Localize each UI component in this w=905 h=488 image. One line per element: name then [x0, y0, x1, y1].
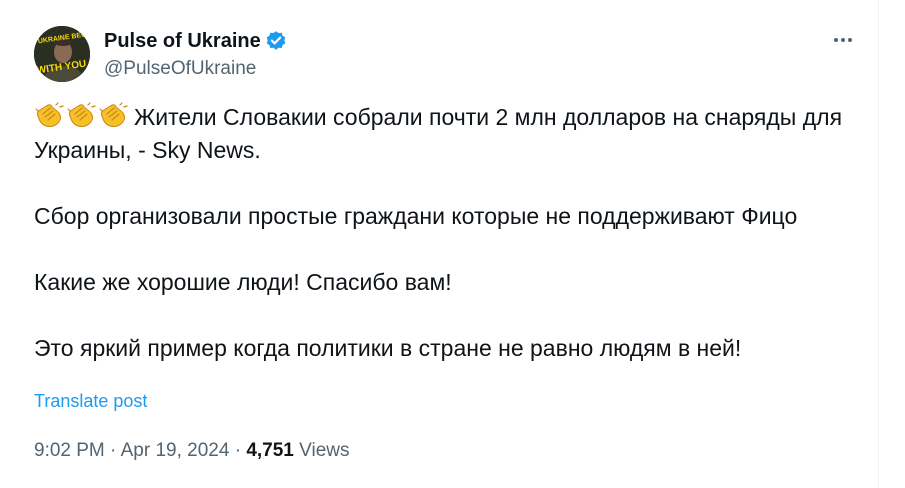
more-dot-icon	[848, 38, 852, 42]
more-dot-icon	[834, 38, 838, 42]
post-time[interactable]: 9:02 PM	[34, 440, 105, 461]
clapping-hands-icon	[67, 102, 96, 128]
author-name[interactable]: Pulse of Ukraine	[104, 28, 261, 54]
verified-badge-icon[interactable]	[265, 30, 287, 52]
post-line-1: Жители Словакии собрали почти 2 млн долл…	[34, 104, 843, 163]
more-dot-icon	[841, 38, 845, 42]
post-text: Жители Словакии собрали почти 2 млн долл…	[34, 101, 864, 365]
views-count[interactable]: 4,751	[246, 440, 294, 461]
views-label[interactable]: Views	[299, 440, 349, 461]
author-name-row: Pulse of Ukraine	[104, 28, 287, 54]
emoji-group	[34, 102, 130, 130]
post-date[interactable]: Apr 19, 2024	[121, 440, 230, 461]
more-options-button[interactable]	[830, 29, 856, 51]
avatar-image: UKRAINE BEGINS WITH YOU	[34, 26, 90, 82]
post-paragraph-2: Сбор организовали простые граждани котор…	[34, 203, 798, 229]
meta-separator: ·	[234, 440, 242, 461]
translate-post-link[interactable]: Translate post	[34, 389, 147, 413]
clapping-hands-icon	[99, 102, 128, 128]
post-meta: 9:02 PM · Apr 19, 2024 · 4,751 Views	[34, 438, 349, 464]
post-paragraph-1: Жители Словакии собрали почти 2 млн долл…	[34, 101, 864, 167]
meta-separator: ·	[110, 440, 117, 461]
clapping-hands-icon	[35, 102, 64, 128]
avatar[interactable]: UKRAINE BEGINS WITH YOU	[34, 26, 90, 82]
author-handle[interactable]: @PulseOfUkraine	[104, 57, 256, 81]
post-paragraph-3: Какие же хорошие люди! Спасибо вам!	[34, 269, 452, 295]
post-paragraph-4: Это яркий пример когда политики в стране…	[34, 335, 742, 361]
tweet: UKRAINE BEGINS WITH YOU Pulse of Ukraine…	[0, 0, 879, 488]
